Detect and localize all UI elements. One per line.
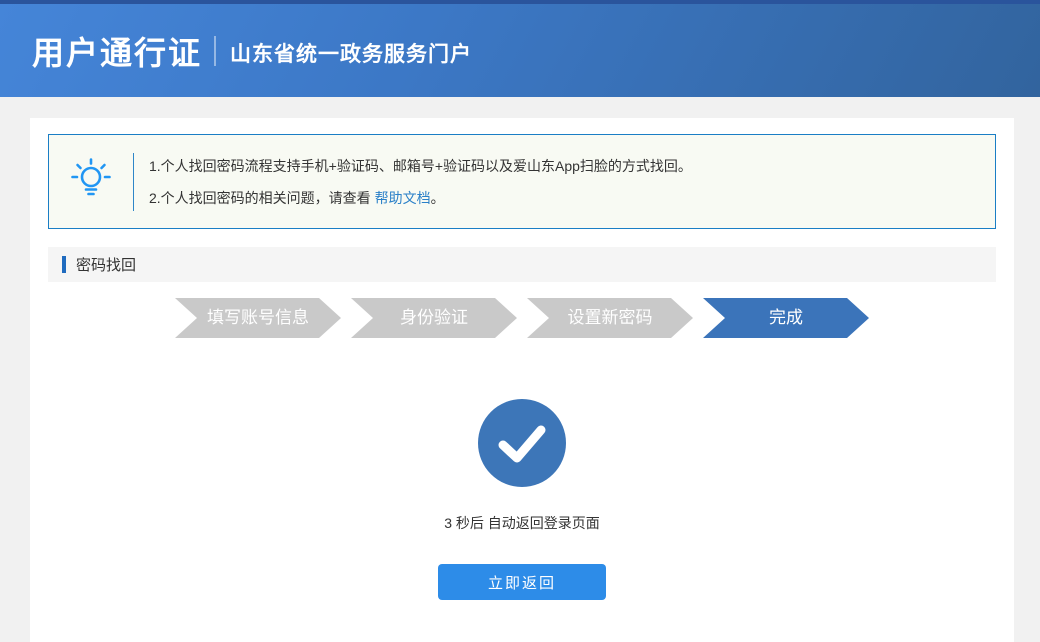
portal-subtitle: 山东省统一政务服务门户 bbox=[230, 34, 472, 68]
checkmark-icon bbox=[478, 399, 566, 487]
step-item: 设置新密码 bbox=[527, 298, 693, 338]
notice-line-2: 2.个人找回密码的相关问题，请查看 帮助文档。 bbox=[149, 182, 692, 214]
return-now-button[interactable]: 立即返回 bbox=[438, 564, 606, 600]
lightbulb-icon bbox=[68, 156, 114, 207]
countdown-text: 3 秒后 自动返回登录页面 bbox=[30, 513, 1014, 533]
notice-line-1: 1.个人找回密码流程支持手机+验证码、邮箱号+验证码以及爱山东App扫脸的方式找… bbox=[149, 150, 692, 182]
app-title: 用户通行证 bbox=[32, 28, 202, 74]
step-indicator: 填写账号信息身份验证设置新密码完成 bbox=[30, 298, 1014, 338]
page-title: 密码找回 bbox=[76, 254, 136, 275]
notice-line-2-suffix: 。 bbox=[431, 190, 445, 206]
notice-icon-cell bbox=[49, 156, 133, 207]
success-area: 3 秒后 自动返回登录页面 立即返回 bbox=[30, 399, 1014, 600]
app-header: 用户通行证 山东省统一政务服务门户 bbox=[0, 0, 1040, 97]
help-doc-link[interactable]: 帮助文档 bbox=[375, 190, 431, 206]
content-card: 1.个人找回密码流程支持手机+验证码、邮箱号+验证码以及爱山东App扫脸的方式找… bbox=[30, 118, 1014, 642]
notice-line-2-text: 2.个人找回密码的相关问题，请查看 bbox=[149, 190, 375, 206]
step-item: 填写账号信息 bbox=[175, 298, 341, 338]
step-item: 身份验证 bbox=[351, 298, 517, 338]
section-accent-bar bbox=[62, 256, 66, 273]
notice-box: 1.个人找回密码流程支持手机+验证码、邮箱号+验证码以及爱山东App扫脸的方式找… bbox=[48, 134, 996, 229]
notice-text: 1.个人找回密码流程支持手机+验证码、邮箱号+验证码以及爱山东App扫脸的方式找… bbox=[134, 150, 692, 214]
step-item: 完成 bbox=[703, 298, 869, 338]
title-separator bbox=[214, 36, 216, 66]
section-bar: 密码找回 bbox=[48, 247, 996, 282]
